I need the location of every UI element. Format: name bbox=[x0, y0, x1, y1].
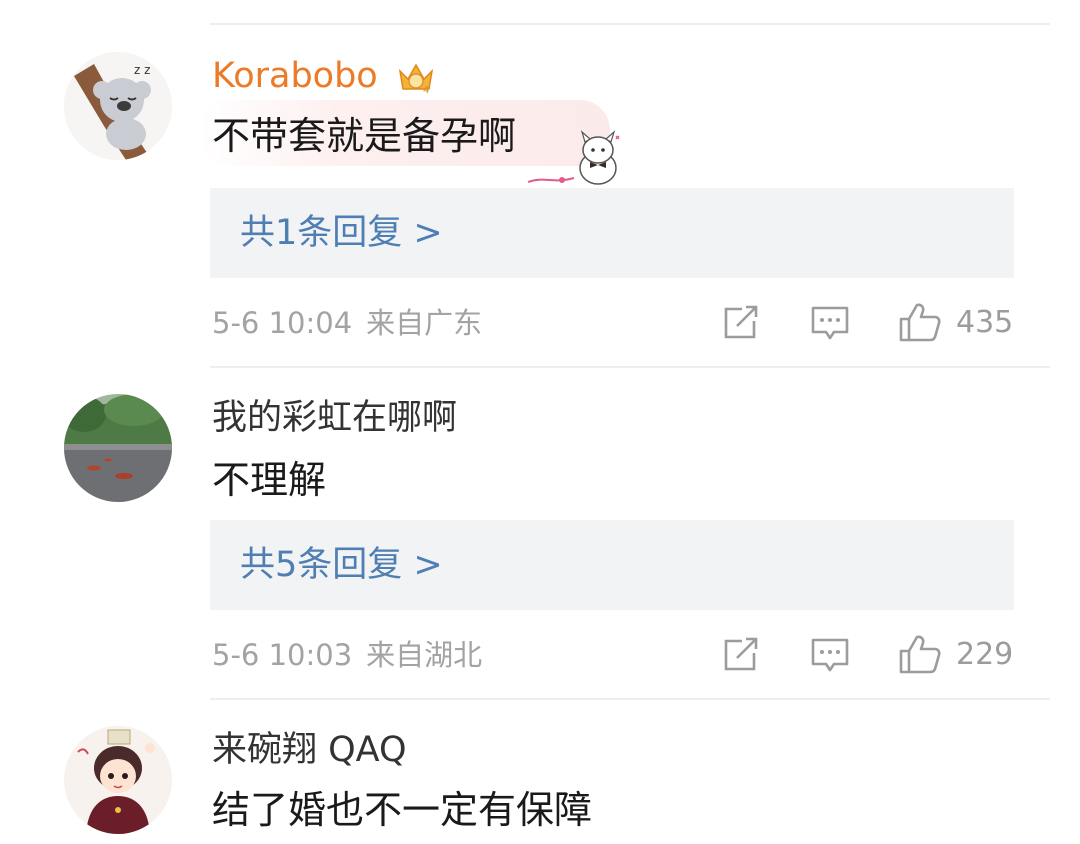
comment-date: 5-6 10:04 bbox=[212, 306, 353, 340]
comment-icon bbox=[811, 638, 849, 672]
comment-text: 结了婚也不一定有保障 bbox=[212, 788, 593, 832]
like-button[interactable] bbox=[898, 633, 942, 675]
divider bbox=[210, 23, 1050, 25]
share-button[interactable] bbox=[722, 305, 760, 341]
thumbs-up-icon bbox=[899, 635, 941, 674]
comment-meta: 5-6 10:04 来自广东 bbox=[212, 303, 482, 343]
avatar[interactable] bbox=[64, 726, 172, 834]
svg-text:4: 4 bbox=[423, 85, 429, 95]
username-text[interactable]: Korabobo bbox=[212, 56, 378, 96]
cartoon-boy-avatar-image bbox=[64, 726, 172, 834]
comment-date: 5-6 10:03 bbox=[212, 638, 353, 672]
share-icon bbox=[724, 305, 758, 339]
comment-button[interactable] bbox=[810, 637, 850, 675]
avatar[interactable]: z z bbox=[64, 52, 172, 160]
view-replies-link[interactable]: 共1条回复 > bbox=[240, 209, 443, 257]
like-button[interactable] bbox=[898, 301, 942, 343]
svg-text:z z: z z bbox=[134, 63, 150, 77]
comment-location: 来自广东 bbox=[366, 306, 483, 340]
username[interactable]: Korabobo 4 bbox=[212, 54, 435, 98]
reply-summary-box[interactable]: 共1条回复 > bbox=[210, 188, 1014, 278]
comment-location: 来自湖北 bbox=[366, 638, 483, 672]
like-count: 435 bbox=[956, 305, 1014, 340]
view-replies-link[interactable]: 共5条回复 > bbox=[240, 541, 443, 589]
share-button[interactable] bbox=[722, 637, 760, 673]
avatar[interactable] bbox=[64, 394, 172, 502]
username[interactable]: 来碗翔 QAQ bbox=[212, 728, 407, 772]
thumbs-up-icon bbox=[899, 303, 941, 342]
koala-avatar-image: z z bbox=[64, 52, 172, 160]
comment-list: z z Korabobo 4 不带套就是备孕啊 共1条回复 > 5-6 10:0… bbox=[0, 0, 1080, 844]
like-count: 229 bbox=[956, 637, 1014, 672]
comment-text: 不带套就是备孕啊 bbox=[212, 114, 517, 158]
comment-icon bbox=[811, 306, 849, 340]
divider bbox=[210, 698, 1050, 700]
comment-button[interactable] bbox=[810, 305, 850, 343]
share-icon bbox=[724, 637, 758, 671]
username[interactable]: 我的彩虹在哪啊 bbox=[212, 396, 457, 440]
comment-text: 不理解 bbox=[212, 458, 327, 502]
comment-meta: 5-6 10:03 来自湖北 bbox=[212, 635, 482, 675]
reply-summary-box[interactable]: 共5条回复 > bbox=[210, 520, 1014, 610]
puppy-sticker-icon bbox=[524, 128, 624, 188]
divider bbox=[210, 366, 1050, 368]
road-photo-avatar-image bbox=[64, 394, 172, 502]
crown-badge-icon: 4 bbox=[397, 59, 435, 95]
